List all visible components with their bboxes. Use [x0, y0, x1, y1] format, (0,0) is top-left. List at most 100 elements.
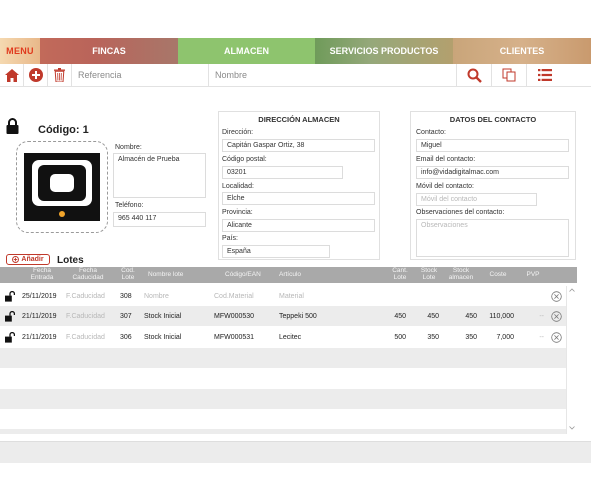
- duplicate-button[interactable]: [492, 63, 527, 87]
- cell-fecha-entrada: 21/11/2019: [22, 312, 57, 320]
- provincia-value: Alicante: [227, 222, 252, 229]
- cell-pvp: --: [539, 333, 544, 341]
- nombre-value: Almacén de Prueba: [118, 156, 180, 163]
- movil-field[interactable]: Móvil del contacto: [416, 193, 537, 206]
- cp-value: 03201: [227, 169, 247, 176]
- header-articulo[interactable]: Artículo: [279, 271, 319, 279]
- tab-label: CLIENTES: [499, 46, 545, 56]
- add-button[interactable]: [24, 63, 48, 87]
- top-nav: MENU FINCAS ALMACEN SERVICIOS PRODUCTOS …: [0, 38, 591, 64]
- cell-fecha-caducidad: F.Caducidad: [66, 292, 105, 300]
- cell-stock-lote: 350: [427, 333, 439, 341]
- tab-almacen[interactable]: ALMACEN: [178, 38, 315, 64]
- tab-fincas[interactable]: FINCAS: [40, 38, 178, 64]
- table-row[interactable]: 21/11/2019 F.Caducidad 306 Stock Inicial…: [0, 327, 566, 347]
- scroll-down-icon[interactable]: [569, 426, 575, 430]
- direccion-title: DIRECCIÓN ALMACEN: [258, 115, 340, 124]
- search-button[interactable]: [457, 63, 492, 87]
- cell-fecha-caducidad: F.Caducidad: [66, 312, 105, 320]
- header-cod-lote[interactable]: Cod. Lote: [117, 267, 139, 281]
- header-coste[interactable]: Coste: [485, 271, 511, 279]
- home-button[interactable]: [0, 63, 24, 87]
- tab-clientes[interactable]: CLIENTES: [453, 38, 591, 64]
- cell-cant-lote: 450: [394, 312, 406, 320]
- list-view-button[interactable]: [527, 64, 562, 87]
- nombre-field[interactable]: Almacén de Prueba: [113, 153, 206, 198]
- provincia-field[interactable]: Alicante: [222, 219, 375, 232]
- cell-pvp: --: [539, 312, 544, 320]
- unlock-icon[interactable]: [5, 310, 15, 322]
- unlock-icon[interactable]: [5, 331, 15, 343]
- cell-stock-lote: 450: [427, 312, 439, 320]
- header-nombre-lote[interactable]: Nombre lote: [148, 271, 202, 279]
- lotes-table-header: Fecha Entrada Fecha Caducidad Cod. Lote …: [0, 267, 577, 283]
- cell-fecha-entrada: 21/11/2019: [22, 333, 57, 341]
- contacto-label: Contacto:: [416, 129, 446, 136]
- add-lote-label: Añadir: [21, 256, 44, 263]
- email-value: info@vidadigitalmac.com: [421, 169, 499, 176]
- cell-articulo: Material: [279, 292, 304, 300]
- pais-label: País:: [222, 235, 238, 242]
- cell-nombre-lote: Nombre: [144, 292, 169, 300]
- table-row[interactable]: 21/11/2019 F.Caducidad 307 Stock Inicial…: [0, 306, 566, 326]
- header-pvp[interactable]: PVP: [523, 271, 543, 279]
- add-icon: [28, 68, 43, 82]
- cell-cant-lote: 500: [394, 333, 406, 341]
- email-field[interactable]: info@vidadigitalmac.com: [416, 166, 569, 179]
- remove-row-icon[interactable]: [551, 290, 562, 302]
- localidad-field[interactable]: Elche: [222, 192, 375, 205]
- provincia-label: Provincia:: [222, 209, 253, 216]
- menu-button[interactable]: MENU: [0, 38, 40, 64]
- photo-upload-area[interactable]: [16, 141, 108, 233]
- tab-label: ALMACEN: [224, 46, 269, 56]
- empty-row: [0, 348, 566, 368]
- cell-cant-lote: [370, 286, 406, 306]
- header-fecha-entrada[interactable]: Fecha Entrada: [27, 267, 57, 281]
- table-scrollbar[interactable]: [566, 286, 577, 434]
- observaciones-field[interactable]: Observaciones: [416, 219, 569, 257]
- cell-pvp: [520, 286, 544, 306]
- cell-articulo: Teppeki 500: [279, 312, 317, 320]
- table-row[interactable]: 25/11/2019 F.Caducidad 308 Nombre Cod.Ma…: [0, 286, 566, 306]
- header-fecha-caducidad[interactable]: Fecha Caducidad: [66, 267, 110, 281]
- list-icon: [537, 69, 552, 81]
- cell-cod-lote: 307: [120, 312, 132, 320]
- observaciones-label: Observaciones del contacto:: [416, 209, 505, 216]
- footer-bar: [0, 441, 591, 463]
- lotes-title: Lotes: [57, 255, 84, 266]
- delete-button[interactable]: [48, 63, 72, 87]
- cell-stock-almacen: 350: [465, 333, 477, 341]
- pais-value: España: [227, 248, 251, 255]
- tab-label: FINCAS: [92, 46, 126, 56]
- direccion-label: Dirección:: [222, 129, 254, 136]
- contacto-field[interactable]: Miguel: [416, 139, 569, 152]
- lock-icon[interactable]: [6, 118, 19, 136]
- header-cant-lote[interactable]: Cant. Lote: [386, 267, 414, 281]
- localidad-label: Localidad:: [222, 183, 254, 190]
- toolbar: Referencia Nombre: [0, 63, 591, 87]
- scroll-up-icon[interactable]: [569, 288, 575, 292]
- cp-field[interactable]: 03201: [222, 166, 343, 179]
- codigo-label: Código: 1: [38, 124, 89, 136]
- cell-stock-almacen: 450: [465, 312, 477, 320]
- remove-row-icon[interactable]: [551, 310, 562, 322]
- referencia-search-field[interactable]: Referencia: [72, 63, 209, 87]
- contacto-title: DATOS DEL CONTACTO: [449, 115, 537, 124]
- menu-label: MENU: [6, 46, 34, 56]
- header-stock-lote[interactable]: Stock Lote: [418, 267, 440, 281]
- nombre-placeholder: Nombre: [215, 70, 248, 80]
- header-codigo-ean[interactable]: Código/EAN: [225, 271, 275, 279]
- cell-cod-lote: 306: [120, 333, 132, 341]
- telefono-field[interactable]: 965 440 117: [113, 212, 206, 227]
- direccion-field[interactable]: Capitán Gaspar Ortiz, 38: [222, 139, 375, 152]
- pais-field[interactable]: España: [222, 245, 330, 258]
- copy-icon: [502, 68, 515, 82]
- header-stock-almacen[interactable]: Stock almacen: [444, 267, 478, 281]
- nombre-search-field[interactable]: Nombre: [209, 63, 457, 87]
- cell-fecha-entrada: 25/11/2019: [22, 292, 57, 300]
- tab-servicios-productos[interactable]: SERVICIOS PRODUCTOS: [315, 38, 453, 64]
- unlock-icon[interactable]: [5, 290, 15, 302]
- empty-row: [0, 429, 566, 434]
- add-lote-button[interactable]: Añadir: [6, 254, 50, 265]
- remove-row-icon[interactable]: [551, 331, 562, 343]
